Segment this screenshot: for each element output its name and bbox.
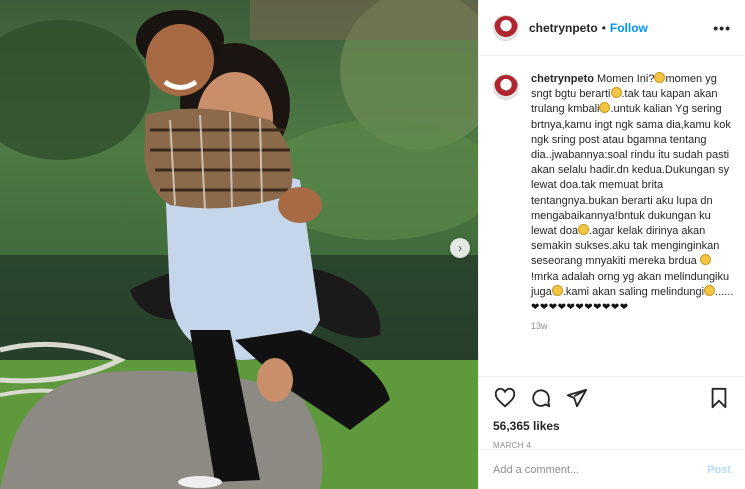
more-options-icon[interactable]: ••• (713, 20, 731, 36)
share-icon[interactable] (565, 386, 589, 410)
grin-emoji-icon (599, 102, 611, 114)
add-comment-bar: Post (479, 449, 745, 489)
bookmark-icon[interactable] (707, 386, 731, 410)
caption-username[interactable]: chetrynpeto (531, 73, 594, 85)
post-side-panel: chetrynpeto • Follow ••• chetrynpeto Mome… (478, 0, 745, 489)
grin-emoji-icon (654, 72, 666, 83)
grin-emoji-icon (704, 284, 716, 296)
grin-emoji-icon (551, 284, 563, 296)
post-photo[interactable]: › (0, 0, 478, 489)
caption-text-8: ...... (715, 285, 734, 298)
carousel-next-button[interactable]: › (450, 238, 470, 258)
comment-icon[interactable] (529, 386, 553, 410)
chevron-right-icon: › (458, 241, 462, 255)
caption-time-ago[interactable]: 13w (531, 321, 735, 331)
caption-text-4: .untuk kalian Yg sering brtnya,kamu ingt… (531, 103, 731, 238)
caption: chetrynpeto Momen Ini? momen yg sngt bgtu … (493, 72, 735, 315)
caption-text-1: Momen Ini? (596, 73, 655, 85)
heart-icon[interactable] (493, 386, 517, 410)
comments-area[interactable]: chetrynpeto Momen Ini? momen yg sngt bgtu … (493, 72, 735, 370)
caption-avatar[interactable] (493, 74, 519, 100)
hearts-emoji-row: ❤❤❤❤❤❤❤❤❤❤❤ (531, 302, 629, 314)
separator-dot: • (601, 20, 606, 35)
caption-text-7: .kami akan saling melindungi (562, 285, 705, 298)
post-comment-button[interactable]: Post (707, 464, 731, 476)
avatar[interactable] (493, 14, 519, 41)
username-link[interactable]: chetrynpeto (529, 21, 598, 35)
post-actions: 56,365 likes March 4 (479, 376, 745, 450)
follow-button[interactable]: Follow (610, 21, 648, 35)
photo-illustration (0, 0, 478, 489)
action-icons (493, 383, 731, 413)
grin-emoji-icon (610, 87, 622, 99)
grin-emoji-icon (578, 224, 590, 236)
post-header: chetrynpeto • Follow ••• (479, 0, 745, 56)
grin-emoji-icon (699, 254, 711, 266)
comment-input[interactable] (493, 463, 708, 476)
caption-body: chetrynpeto Momen Ini? momen yg sngt bgtu … (531, 72, 735, 315)
likes-count[interactable]: 56,365 likes (493, 419, 731, 433)
